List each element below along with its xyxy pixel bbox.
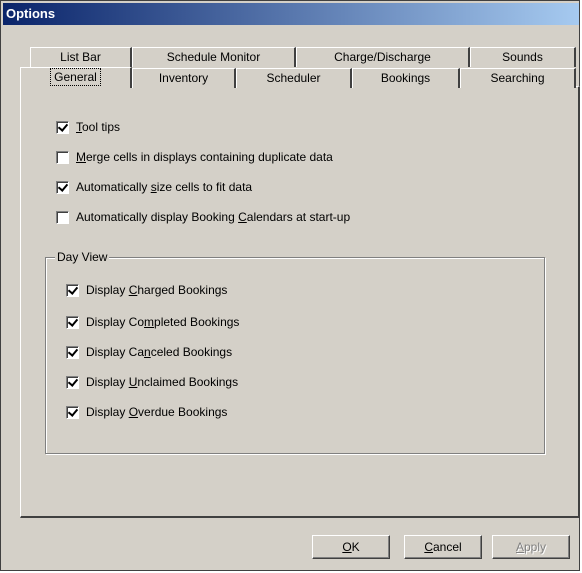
tab-searching[interactable]: Searching [460, 68, 576, 88]
charged-bookings-checkbox-row[interactable]: Display Charged Bookings [66, 281, 227, 299]
completed-bookings-checkbox[interactable] [66, 315, 79, 329]
unclaimed-bookings-checkbox-row[interactable]: Display Unclaimed Bookings [66, 373, 238, 391]
tab-general[interactable]: General [20, 67, 132, 88]
tab-label: General [50, 68, 101, 86]
overdue-bookings-label: Display Overdue Bookings [86, 405, 228, 419]
ok-button[interactable]: OK [312, 535, 390, 559]
unclaimed-bookings-label: Display Unclaimed Bookings [86, 375, 239, 389]
auto-size-label: Automatically size cells to fit data [76, 180, 253, 194]
tab-label: Charge/Discharge [334, 50, 431, 64]
tab-bookings[interactable]: Bookings [352, 68, 460, 88]
tab-label: Bookings [380, 71, 431, 85]
auto-calendar-checkbox-row[interactable]: Automatically display Booking Calendars … [56, 208, 350, 226]
tab-list-bar[interactable]: List Bar [30, 47, 132, 67]
tab-schedule-monitor[interactable]: Schedule Monitor [132, 47, 296, 67]
merge-cells-checkbox[interactable] [56, 150, 69, 164]
completed-bookings-label: Display Completed Bookings [86, 315, 240, 329]
window-title: Options [6, 6, 56, 21]
tab-label: Searching [490, 71, 545, 85]
canceled-bookings-checkbox-row[interactable]: Display Canceled Bookings [66, 343, 232, 361]
cancel-button[interactable]: Cancel [404, 535, 482, 559]
tab-scheduler[interactable]: Scheduler [236, 68, 352, 88]
tab-label: List Bar [60, 50, 101, 64]
auto-size-checkbox[interactable] [56, 180, 69, 194]
tab-charge-discharge[interactable]: Charge/Discharge [296, 47, 470, 67]
overdue-bookings-checkbox[interactable] [66, 405, 79, 419]
tab-inventory[interactable]: Inventory [132, 68, 236, 88]
canceled-bookings-label: Display Canceled Bookings [86, 345, 233, 359]
unclaimed-bookings-checkbox[interactable] [66, 375, 79, 389]
merge-cells-label: Merge cells in displays containing dupli… [76, 150, 333, 164]
apply-button[interactable]: Apply [492, 535, 570, 559]
tool-tips-label: Tool tips [76, 120, 121, 134]
tab-label: Sounds [502, 50, 543, 64]
tool-tips-checkbox[interactable] [56, 120, 69, 134]
auto-size-checkbox-row[interactable]: Automatically size cells to fit data [56, 178, 252, 196]
completed-bookings-checkbox-row[interactable]: Display Completed Bookings [66, 313, 239, 331]
tab-label: Schedule Monitor [166, 50, 261, 64]
charged-bookings-checkbox[interactable] [66, 283, 79, 297]
auto-calendar-checkbox[interactable] [56, 210, 69, 224]
merge-cells-checkbox-row[interactable]: Merge cells in displays containing dupli… [56, 148, 333, 166]
day-view-label: Day View [55, 249, 110, 265]
auto-calendar-label: Automatically display Booking Calendars … [76, 210, 351, 224]
charged-bookings-label: Display Charged Bookings [86, 283, 228, 297]
overdue-bookings-checkbox-row[interactable]: Display Overdue Bookings [66, 403, 227, 421]
tab-label: Scheduler [266, 71, 321, 85]
tab-label: Inventory [158, 71, 209, 85]
tab-sounds[interactable]: Sounds [470, 47, 576, 67]
title-bar[interactable]: Options [3, 3, 579, 25]
canceled-bookings-checkbox[interactable] [66, 345, 79, 359]
tool-tips-checkbox-row[interactable]: Tool tips [56, 118, 120, 136]
